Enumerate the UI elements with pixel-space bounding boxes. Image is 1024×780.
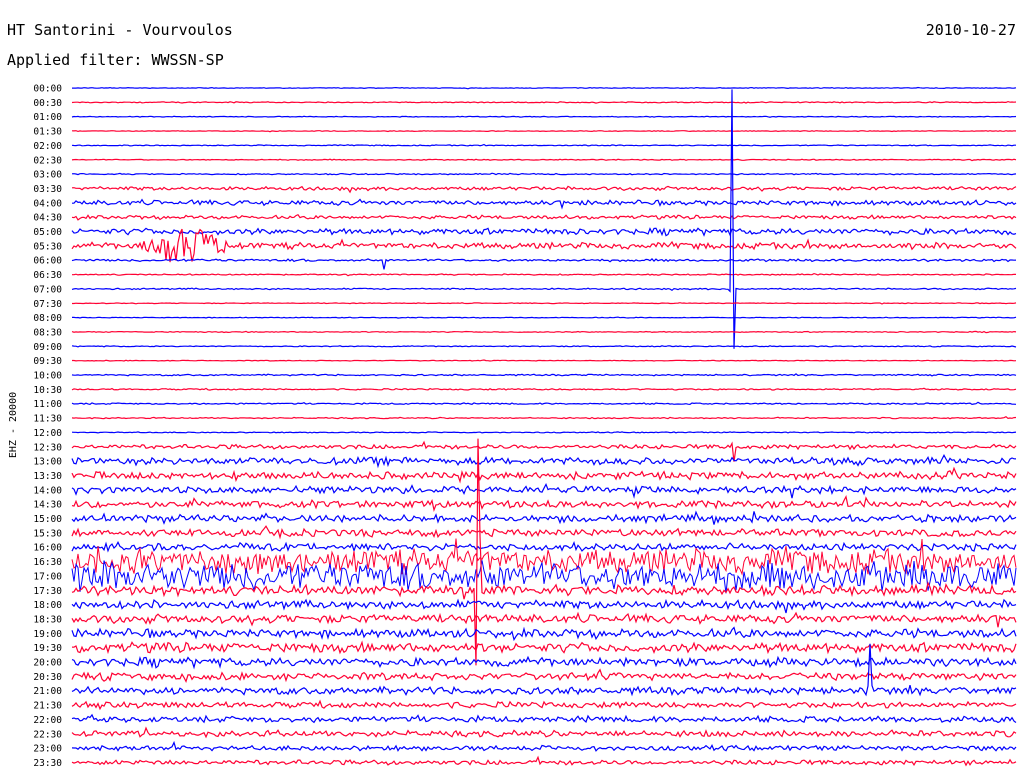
time-label: 00:30: [33, 98, 62, 109]
trace-line: [71, 525, 1017, 540]
trace-line: [72, 198, 1017, 210]
time-label: 05:30: [33, 241, 62, 252]
trace-line: [72, 302, 1017, 305]
time-label: 09:30: [33, 356, 62, 367]
trace-line: [71, 740, 1017, 752]
time-label: 11:00: [33, 399, 62, 410]
trace-line: [71, 258, 1017, 270]
trace-line: [71, 431, 1017, 434]
trace-line: [71, 213, 1017, 221]
trace-line: [71, 655, 1017, 670]
time-label: 15:00: [33, 514, 62, 525]
trace-line: [71, 643, 1017, 697]
time-label: 20:30: [33, 672, 62, 683]
trace-line: [71, 143, 1016, 147]
time-label: 06:30: [33, 270, 62, 281]
time-label: 12:00: [33, 428, 62, 439]
time-label: 19:30: [33, 643, 62, 654]
trace-line: [72, 359, 1017, 362]
time-label: 17:30: [33, 586, 62, 597]
time-label: 03:30: [33, 184, 62, 195]
trace-line: [71, 228, 1017, 263]
time-label: 23:30: [33, 758, 62, 769]
time-label: 01:30: [33, 127, 62, 138]
time-label: 09:00: [33, 342, 62, 353]
time-label: 03:00: [33, 170, 62, 181]
helicorder-page: HT Santorini - Vourvoulos 2010-10-27 App…: [0, 0, 1024, 780]
time-axis-labels: 00:00 00:30 01:00 01:30 02:00 02:30 03:00 03:30…: [33, 84, 62, 769]
trace-line: [71, 755, 1017, 767]
trace-line: [72, 272, 1017, 277]
time-label: 15:30: [33, 528, 62, 539]
time-label: 18:00: [33, 600, 62, 611]
time-label: 11:30: [33, 414, 62, 425]
trace-line: [71, 172, 1017, 176]
trace-line: [71, 330, 1017, 334]
time-label: 07:00: [33, 284, 62, 295]
trace-line: [71, 598, 1017, 614]
trace-line: [71, 227, 1017, 237]
trace-line: [71, 454, 1017, 469]
time-label: 13:00: [33, 457, 62, 468]
time-label: 06:00: [33, 256, 62, 267]
trace-line: [71, 510, 1017, 525]
helicorder-plot: 00:00 00:30 01:00 01:30 02:00 02:30 03:00 03:30…: [8, 84, 1017, 769]
trace-line: [71, 440, 1017, 462]
trace-line: [71, 115, 1017, 118]
time-label: 16:30: [33, 557, 62, 568]
time-label: 22:00: [33, 715, 62, 726]
trace-line: [71, 713, 1017, 724]
trace-line: [71, 538, 1017, 576]
time-label: 23:00: [33, 744, 62, 755]
trace-line: [72, 316, 1017, 319]
trace-line: [71, 387, 1017, 391]
time-label: 08:00: [33, 313, 62, 324]
channel-label: EHZ - 20000: [8, 392, 19, 458]
time-label: 14:00: [33, 485, 62, 496]
time-label: 08:30: [33, 327, 62, 338]
time-label: 01:00: [33, 112, 62, 123]
time-label: 02:30: [33, 155, 62, 166]
trace-line: [71, 640, 1017, 655]
trace-line: [71, 130, 1017, 133]
trace-line: [71, 494, 1017, 512]
time-label: 05:00: [33, 227, 62, 238]
time-label: 04:30: [33, 213, 62, 224]
time-label: 19:00: [33, 629, 62, 640]
trace-line: [71, 415, 1017, 420]
time-label: 18:30: [33, 614, 62, 625]
trace-line: [71, 482, 1017, 499]
time-label: 13:30: [33, 471, 62, 482]
time-label: 17:00: [33, 571, 62, 582]
trace-line: [71, 345, 1017, 348]
trace-line: [72, 86, 1017, 90]
time-label: 07:30: [33, 299, 62, 310]
trace-line: [71, 185, 1017, 194]
trace-line: [71, 158, 1017, 162]
time-label: 21:00: [33, 686, 62, 697]
time-label: 00:00: [33, 84, 62, 95]
trace-line: [71, 699, 1017, 711]
trace-line: [71, 626, 1017, 642]
time-label: 21:30: [33, 701, 62, 712]
time-label: 14:30: [33, 500, 62, 511]
trace-line: [71, 401, 1017, 406]
time-label: 12:30: [33, 442, 62, 453]
seismic-traces: [71, 86, 1017, 767]
time-label: 22:30: [33, 729, 62, 740]
time-label: 04:00: [33, 198, 62, 209]
trace-line: [71, 373, 1017, 377]
time-label: 20:00: [33, 658, 62, 669]
time-label: 10:30: [33, 385, 62, 396]
time-label: 10:00: [33, 371, 62, 382]
trace-line: [71, 611, 1017, 628]
trace-line: [71, 726, 1017, 739]
trace-line: [71, 100, 1017, 104]
trace-line: [71, 668, 1017, 683]
trace-line: [71, 466, 1017, 484]
time-label: 02:00: [33, 141, 62, 152]
time-label: 16:00: [33, 543, 62, 554]
